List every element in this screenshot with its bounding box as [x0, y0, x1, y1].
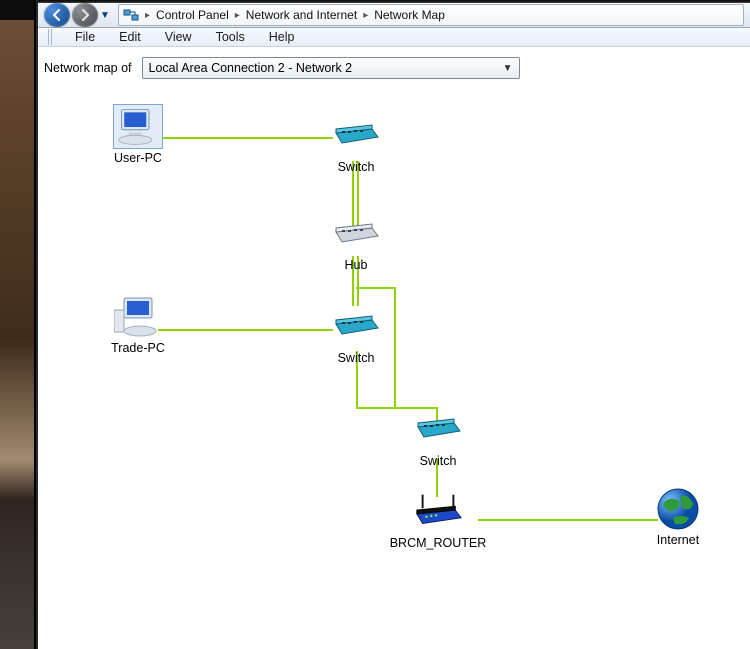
connection-line — [356, 287, 396, 289]
forward-button[interactable] — [72, 3, 98, 27]
menu-file[interactable]: File — [69, 28, 101, 46]
node-label: Hub — [306, 258, 406, 272]
node-switch-1[interactable]: Switch — [306, 113, 406, 174]
node-label: Switch — [306, 160, 406, 174]
breadcrumb-network-map[interactable]: Network Map — [374, 8, 445, 22]
node-router[interactable]: BRCM_ROUTER — [388, 489, 488, 550]
node-switch-3[interactable]: Switch — [388, 407, 488, 468]
chevron-down-icon: ▼ — [503, 63, 513, 74]
menu-tools[interactable]: Tools — [210, 28, 251, 46]
menu-view[interactable]: View — [159, 28, 198, 46]
menu-help[interactable]: Help — [263, 28, 301, 46]
back-button[interactable] — [44, 3, 70, 27]
node-label: Switch — [388, 454, 488, 468]
chevron-right-icon: ▸ — [143, 10, 152, 21]
breadcrumb-control-panel[interactable]: Control Panel — [156, 8, 229, 22]
network-icon — [123, 7, 139, 23]
node-label: Trade-PC — [88, 341, 188, 355]
network-map-canvas: User-PC Switch — [38, 89, 750, 649]
router-icon — [413, 489, 463, 534]
node-user-pc[interactable]: User-PC — [88, 104, 188, 165]
content-area: Network map of Local Area Connection 2 -… — [38, 47, 750, 649]
breadcrumb-bar[interactable]: ▸ Control Panel ▸ Network and Internet ▸… — [118, 4, 744, 26]
network-map-of-label: Network map of — [44, 61, 132, 75]
switch-icon — [331, 304, 381, 349]
node-label: User-PC — [88, 151, 188, 165]
breadcrumb-network-internet[interactable]: Network and Internet — [246, 8, 357, 22]
computer-icon — [113, 104, 163, 149]
menu-edit[interactable]: Edit — [113, 28, 147, 46]
connection-selected: Local Area Connection 2 - Network 2 — [149, 61, 353, 75]
hub-icon — [331, 211, 381, 256]
menu-bar: File Edit View Tools Help — [38, 28, 750, 47]
chevron-right-icon: ▸ — [233, 10, 242, 21]
address-bar: ▼ ▸ Control Panel ▸ Network and Internet… — [38, 3, 750, 28]
node-hub[interactable]: Hub — [306, 211, 406, 272]
nav-history-dropdown[interactable]: ▼ — [100, 10, 112, 21]
menu-grip — [48, 29, 53, 45]
node-label: Switch — [306, 351, 406, 365]
desktop-background-strip — [0, 0, 36, 649]
network-map-of-row: Network map of Local Area Connection 2 -… — [38, 57, 750, 89]
chevron-right-icon: ▸ — [361, 10, 370, 21]
connection-dropdown[interactable]: Local Area Connection 2 - Network 2 ▼ — [142, 57, 520, 79]
node-internet[interactable]: Internet — [628, 486, 728, 547]
node-trade-pc[interactable]: Trade-PC — [88, 294, 188, 355]
switch-icon — [413, 407, 463, 452]
node-label: BRCM_ROUTER — [388, 536, 488, 550]
node-label: Internet — [628, 533, 728, 547]
computer-icon — [113, 294, 163, 339]
node-switch-2[interactable]: Switch — [306, 304, 406, 365]
globe-icon — [653, 486, 703, 531]
network-map-window: ▼ ▸ Control Panel ▸ Network and Internet… — [38, 0, 750, 649]
switch-icon — [331, 113, 381, 158]
